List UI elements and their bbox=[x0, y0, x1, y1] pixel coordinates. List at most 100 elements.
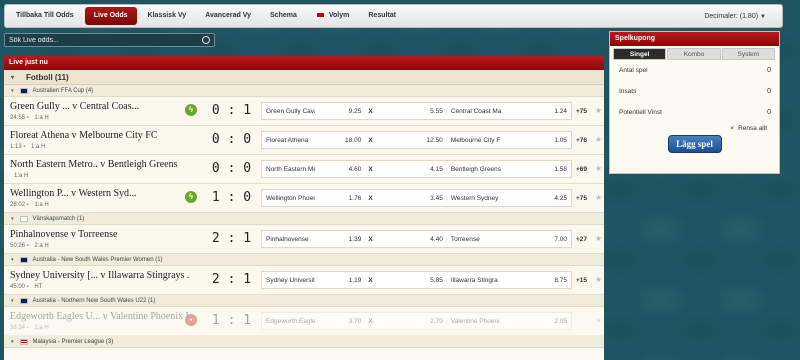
league-row[interactable]: ▾ Vänskapsmatch (1) bbox=[4, 213, 604, 225]
away-odds[interactable]: 1.58 bbox=[511, 166, 571, 173]
draw-odds[interactable]: 5.55 bbox=[378, 108, 446, 115]
away-odds[interactable]: 1.24 bbox=[511, 108, 571, 115]
draw-label[interactable]: X bbox=[364, 137, 378, 144]
favorite-star-icon[interactable]: ★ bbox=[595, 234, 602, 243]
match-teams[interactable]: Sydney University [... v Illawarra Sting… bbox=[10, 270, 190, 281]
place-bet-button[interactable]: Lägg spel bbox=[667, 135, 722, 153]
away-odds[interactable]: 7.00 bbox=[511, 236, 571, 243]
sport-row-football[interactable]: ▾ Fotboll (11) bbox=[4, 70, 604, 85]
collapse-caret-icon[interactable]: ▾ bbox=[11, 88, 14, 94]
favorite-star-icon[interactable]: ★ bbox=[595, 193, 602, 202]
match-score: 0 : 0 bbox=[211, 161, 252, 176]
draw-odds[interactable]: 4.15 bbox=[378, 166, 446, 173]
more-markets-link[interactable]: +76 bbox=[576, 137, 587, 144]
home-odds[interactable]: 1.19 bbox=[315, 277, 365, 284]
away-team-name[interactable]: Torreense bbox=[445, 235, 512, 243]
match-score: 0 : 1 bbox=[211, 103, 252, 118]
draw-label[interactable]: X bbox=[364, 277, 378, 284]
match-teams[interactable]: Wellington P... v Western Syd... bbox=[10, 188, 190, 199]
collapse-caret-icon[interactable]: ▾ bbox=[11, 216, 14, 222]
away-team-name[interactable]: Bentleigh Greens bbox=[445, 165, 512, 173]
home-team-name[interactable]: Sydney Universit bbox=[262, 277, 315, 284]
collapse-caret-icon[interactable]: ▾ bbox=[11, 74, 14, 81]
collapse-caret-icon[interactable]: ▾ bbox=[11, 339, 14, 345]
collapse-caret-icon[interactable]: ▾ bbox=[11, 298, 14, 304]
lightning-icon: ϟ bbox=[185, 191, 197, 203]
match-row[interactable]: Green Gully ... v Central Coas... 24:55 -… bbox=[4, 97, 604, 126]
match-teams[interactable]: Pinhalnovense v Torreense bbox=[10, 229, 190, 240]
favorite-star-icon[interactable]: ★ bbox=[595, 135, 602, 144]
home-team-name[interactable]: Green Gully Cava bbox=[262, 108, 315, 115]
draw-odds[interactable]: 12.50 bbox=[378, 137, 446, 144]
home-team-name[interactable]: Wellington Phoen bbox=[262, 195, 315, 202]
tab-single[interactable]: Singel bbox=[613, 48, 667, 60]
match-row[interactable]: Sydney University [... v Illawarra Sting… bbox=[4, 266, 604, 295]
match-row[interactable]: Edgeworth Eagles U... v Valentine Phoeni… bbox=[4, 307, 604, 336]
tab-advanced-view[interactable]: Avancerad Vy bbox=[197, 7, 259, 25]
more-markets-link[interactable]: +75 bbox=[576, 108, 587, 115]
home-team-name[interactable]: North Eastern Me bbox=[262, 166, 315, 173]
home-odds[interactable]: 3.70 bbox=[315, 318, 365, 325]
home-team-name[interactable]: Edgeworth Eagle bbox=[262, 318, 315, 325]
more-markets-link[interactable]: +27 bbox=[576, 236, 587, 243]
tab-classic-view[interactable]: Klassisk Vy bbox=[140, 7, 195, 25]
away-team-name[interactable]: Western Sydney bbox=[445, 194, 512, 202]
draw-label[interactable]: X bbox=[364, 236, 378, 243]
home-odds[interactable]: 1.39 bbox=[315, 236, 365, 243]
match-row[interactable]: Wellington P... v Western Syd... 28:02 - … bbox=[4, 184, 604, 213]
home-odds[interactable]: 1.76 bbox=[315, 195, 365, 202]
favorite-star-icon[interactable]: ★ bbox=[595, 106, 602, 115]
match-teams[interactable]: North Eastern Metro.. v Bentleigh Greens bbox=[10, 159, 190, 170]
home-team-name[interactable]: Floreat Athena bbox=[262, 137, 315, 144]
draw-odds[interactable]: 5.85 bbox=[378, 277, 446, 284]
clear-all-link[interactable]: × Rensa allt bbox=[610, 123, 779, 135]
draw-odds[interactable]: 4.40 bbox=[378, 236, 446, 243]
decimals-dropdown[interactable]: Decimaler: (1.80) ▼ bbox=[704, 13, 766, 20]
away-odds[interactable]: 2.05 bbox=[511, 318, 571, 325]
away-team-name[interactable]: Central Coast Ma bbox=[445, 107, 512, 115]
away-team-name[interactable]: Valentine Phoeni bbox=[445, 317, 512, 325]
favorite-star-icon[interactable]: ★ bbox=[595, 164, 602, 173]
home-odds[interactable]: 18.00 bbox=[315, 137, 365, 144]
match-teams[interactable]: Edgeworth Eagles U... v Valentine Phoeni… bbox=[10, 311, 190, 322]
tab-results[interactable]: Resultat bbox=[360, 7, 404, 25]
away-odds[interactable]: 8.75 bbox=[511, 277, 571, 284]
match-half: 1:a H bbox=[31, 144, 46, 150]
league-row[interactable]: ▾ Australia - Northern New South Wales U2… bbox=[4, 295, 604, 307]
match-teams[interactable]: Floreat Athena v Melbourne City FC bbox=[10, 130, 190, 141]
search-input[interactable] bbox=[5, 34, 214, 46]
match-teams[interactable]: Green Gully ... v Central Coas... bbox=[10, 101, 190, 112]
away-odds[interactable]: 1.05 bbox=[511, 137, 571, 144]
more-markets-link[interactable]: +15 bbox=[576, 277, 587, 284]
favorite-star-icon[interactable]: ★ bbox=[595, 275, 602, 284]
away-odds[interactable]: 4.25 bbox=[511, 195, 571, 202]
league-row[interactable]: ▾ Australia - New South Wales Premier Wom… bbox=[4, 254, 604, 266]
league-row[interactable]: ▾ Australien FFA Cup (4) bbox=[4, 85, 604, 97]
home-odds[interactable]: 9.25 bbox=[315, 108, 365, 115]
draw-label[interactable]: X bbox=[364, 195, 378, 202]
draw-label[interactable]: X bbox=[364, 166, 378, 173]
draw-label[interactable]: X bbox=[364, 108, 378, 115]
match-row[interactable]: Pinhalnovense v Torreense 50:26 - 2:a H 2 … bbox=[4, 225, 604, 254]
tab-schedule[interactable]: Schema bbox=[262, 7, 305, 25]
draw-odds[interactable]: 3.45 bbox=[378, 195, 446, 202]
home-team-name[interactable]: Pinhalnovense bbox=[262, 236, 315, 243]
away-team-name[interactable]: Illawarra Stingra bbox=[445, 276, 512, 284]
tab-system[interactable]: System bbox=[721, 48, 775, 60]
collapse-caret-icon[interactable]: ▾ bbox=[11, 257, 14, 263]
favorite-star-icon[interactable]: ★ bbox=[595, 316, 602, 325]
more-markets-link[interactable]: +75 bbox=[576, 195, 587, 202]
tab-live-odds[interactable]: Live Odds bbox=[84, 7, 137, 25]
tab-combo[interactable]: Kombo bbox=[667, 48, 721, 60]
draw-label[interactable]: X bbox=[364, 318, 378, 325]
home-odds[interactable]: 4.60 bbox=[315, 166, 365, 173]
away-team-name[interactable]: Melbourne City F bbox=[445, 136, 512, 144]
draw-odds[interactable]: 2.70 bbox=[378, 318, 446, 325]
search-icon[interactable] bbox=[202, 36, 210, 44]
league-row[interactable]: ▾ Malaysia - Premier League (3) bbox=[4, 336, 604, 348]
tab-volume[interactable]: Volym bbox=[308, 7, 358, 25]
match-row[interactable]: North Eastern Metro.. v Bentleigh Greens… bbox=[4, 155, 604, 184]
match-row[interactable]: Floreat Athena v Melbourne City FC 1:13 -… bbox=[4, 126, 604, 155]
tab-back-to-odds[interactable]: Tillbaka Till Odds bbox=[8, 7, 82, 25]
more-markets-link[interactable]: +69 bbox=[576, 166, 587, 173]
